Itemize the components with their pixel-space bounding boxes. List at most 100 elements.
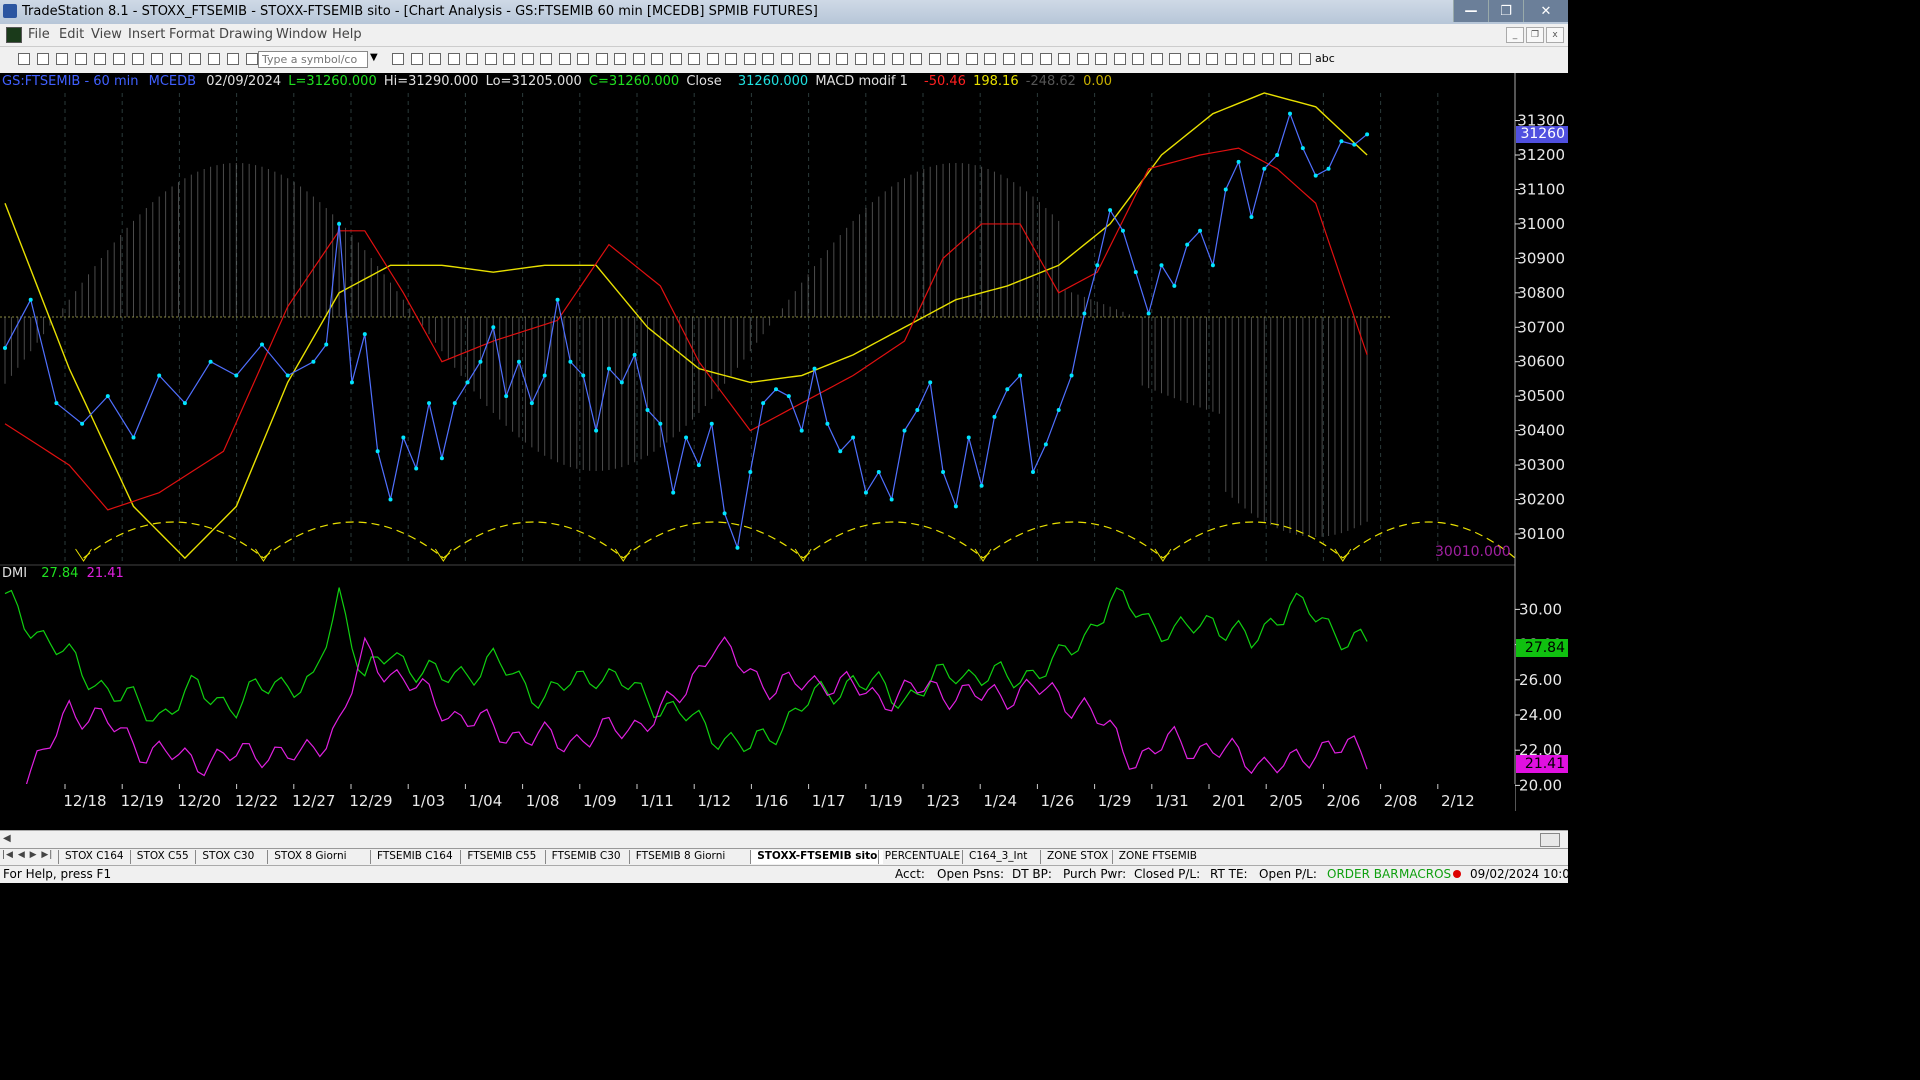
toolbar-icon[interactable]: [1262, 53, 1274, 65]
toolbar-icon[interactable]: [910, 53, 922, 65]
toolbar-icon[interactable]: [1058, 53, 1070, 65]
restore-button[interactable]: ❐: [1488, 0, 1523, 22]
toolbar-icon[interactable]: [1225, 53, 1237, 65]
toolbar-icon[interactable]: [688, 53, 700, 65]
toolbar-icon[interactable]: [614, 53, 626, 65]
toolbar-icon[interactable]: [1243, 53, 1255, 65]
status-macros[interactable]: MACROS: [1399, 867, 1451, 881]
mdi-minimize-button[interactable]: _: [1506, 27, 1524, 43]
text-tool-button[interactable]: abc: [1315, 52, 1335, 65]
toolbar-icon[interactable]: [818, 53, 830, 65]
sheet-tab[interactable]: PERCENTUALE: [877, 850, 966, 864]
sheet-tab[interactable]: STOX C30: [195, 850, 260, 864]
toolbar-icon[interactable]: [56, 53, 68, 65]
menu-help[interactable]: Help: [332, 27, 362, 42]
toolbar-icon[interactable]: [411, 53, 423, 65]
status-order-bar[interactable]: ORDER BAR: [1327, 867, 1399, 881]
toolbar-icon[interactable]: [227, 53, 239, 65]
toolbar-icon[interactable]: [744, 53, 756, 65]
toolbar-icon[interactable]: [799, 53, 811, 65]
toolbar-icon[interactable]: [37, 53, 49, 65]
sheet-tab[interactable]: ZONE FTSEMIB: [1111, 850, 1203, 864]
toolbar-icon[interactable]: [762, 53, 774, 65]
toolbar-icon[interactable]: [18, 53, 30, 65]
chart-scrollbar[interactable]: ◀: [0, 830, 1568, 849]
toolbar-icon[interactable]: [1077, 53, 1089, 65]
toolbar-icon[interactable]: [559, 53, 571, 65]
toolbar-icon[interactable]: [966, 53, 978, 65]
chart-canvas[interactable]: 3130031200311003100030900308003070030600…: [0, 73, 1568, 811]
mdi-close-button[interactable]: x: [1546, 27, 1564, 43]
toolbar-icon[interactable]: [725, 53, 737, 65]
menu-window[interactable]: Window: [276, 27, 327, 42]
toolbar-icon[interactable]: [577, 53, 589, 65]
toolbar-icon[interactable]: [94, 53, 106, 65]
sheet-tab[interactable]: STOX C164: [58, 850, 130, 864]
sheet-tab[interactable]: FTSEMIB 8 Giorni: [628, 850, 731, 864]
toolbar-icon[interactable]: [246, 53, 258, 65]
scroll-thumb[interactable]: [1540, 833, 1560, 847]
toolbar-icon[interactable]: [429, 53, 441, 65]
menu-insert[interactable]: Insert: [128, 27, 165, 42]
toolbar-icon[interactable]: [781, 53, 793, 65]
toolbar-icon[interactable]: [485, 53, 497, 65]
sheet-tab[interactable]: STOX C55: [129, 850, 195, 864]
toolbar-icon[interactable]: [1040, 53, 1052, 65]
toolbar-icon[interactable]: [392, 53, 404, 65]
toolbar-icon[interactable]: [132, 53, 144, 65]
toolbar-icon[interactable]: [151, 53, 163, 65]
chart-area[interactable]: 31300 31200 31100 31000 30900 30800 30700 30600…: [0, 73, 1568, 811]
toolbar-icon[interactable]: [1206, 53, 1218, 65]
mdi-restore-button[interactable]: ❐: [1526, 27, 1544, 43]
toolbar-icon[interactable]: [651, 53, 663, 65]
toolbar-icon[interactable]: [75, 53, 87, 65]
sheet-tab[interactable]: STOX 8 Giorni: [267, 850, 352, 864]
toolbar-icon[interactable]: [633, 53, 645, 65]
toolbar-icon[interactable]: [947, 53, 959, 65]
toolbar-icon[interactable]: [1169, 53, 1181, 65]
toolbar-icon[interactable]: [448, 53, 460, 65]
sheet-tab[interactable]: ZONE STOX: [1040, 850, 1114, 864]
toolbar-icon[interactable]: [540, 53, 552, 65]
menu-edit[interactable]: Edit: [59, 27, 84, 42]
toolbar-icon[interactable]: [1003, 53, 1015, 65]
toolbar-icon[interactable]: [984, 53, 996, 65]
toolbar-icon[interactable]: [170, 53, 182, 65]
toolbar-icon[interactable]: [670, 53, 682, 65]
toolbar-icon[interactable]: [113, 53, 125, 65]
scroll-left-icon[interactable]: ◀: [3, 833, 11, 844]
chart-window-icon[interactable]: [6, 27, 22, 43]
sheet-tab[interactable]: STOXX-FTSEMIB sito: [750, 850, 884, 864]
sheet-tab[interactable]: FTSEMIB C30: [544, 850, 627, 864]
toolbar-icon[interactable]: [596, 53, 608, 65]
toolbar-icon[interactable]: [892, 53, 904, 65]
toolbar-icon[interactable]: [1021, 53, 1033, 65]
sheet-tab[interactable]: C164_3_Int: [962, 850, 1033, 864]
toolbar-icon[interactable]: [1151, 53, 1163, 65]
toolbar-icon[interactable]: [189, 53, 201, 65]
menu-view[interactable]: View: [91, 27, 122, 42]
symbol-input[interactable]: [258, 51, 368, 68]
menu-format[interactable]: Format: [169, 27, 215, 42]
toolbar-icon[interactable]: [855, 53, 867, 65]
toolbar-icon[interactable]: [522, 53, 534, 65]
toolbar-icon[interactable]: [929, 53, 941, 65]
toolbar-icon[interactable]: [707, 53, 719, 65]
toolbar-icon[interactable]: [1114, 53, 1126, 65]
sheet-tab[interactable]: FTSEMIB C55: [460, 850, 542, 864]
symbol-dropdown-icon[interactable]: ▼: [370, 52, 378, 63]
toolbar-icon[interactable]: [1299, 53, 1311, 65]
toolbar-icon[interactable]: [1280, 53, 1292, 65]
minimize-button[interactable]: —: [1453, 0, 1488, 22]
toolbar-icon[interactable]: [836, 53, 848, 65]
toolbar-icon[interactable]: [1132, 53, 1144, 65]
menu-file[interactable]: File: [28, 27, 50, 42]
sheet-tab[interactable]: FTSEMIB C164: [370, 850, 459, 864]
toolbar-icon[interactable]: [1095, 53, 1107, 65]
toolbar-icon[interactable]: [208, 53, 220, 65]
toolbar-icon[interactable]: [466, 53, 478, 65]
tab-nav-arrows[interactable]: |◀ ◀ ▶ ▶|: [2, 850, 53, 860]
toolbar-icon[interactable]: [873, 53, 885, 65]
close-button[interactable]: ✕: [1523, 0, 1568, 22]
menu-drawing[interactable]: Drawing: [219, 27, 273, 42]
